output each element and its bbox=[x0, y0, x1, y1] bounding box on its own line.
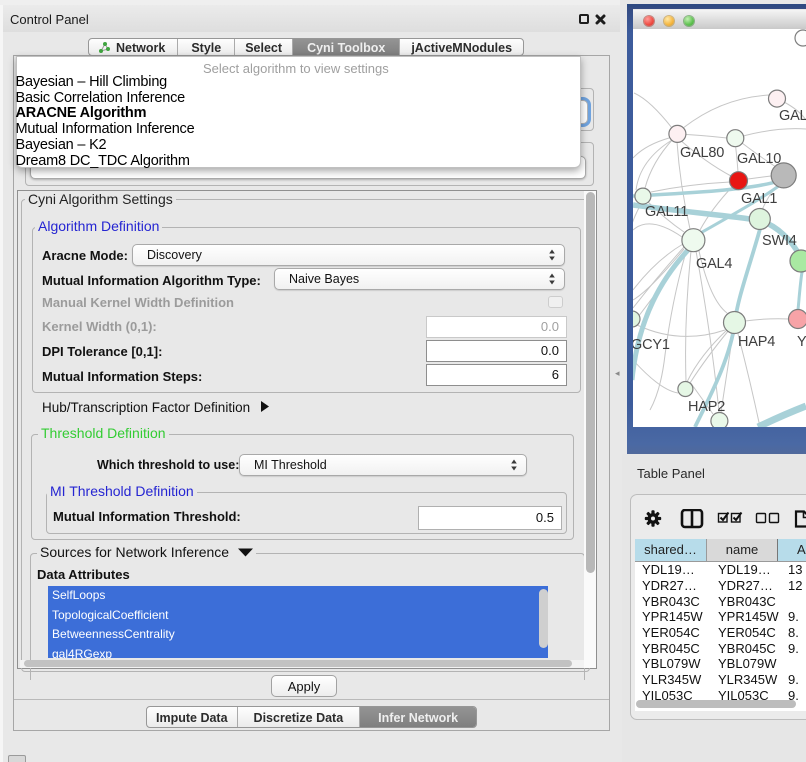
svg-text:GAL4: GAL4 bbox=[696, 256, 732, 272]
svg-text:Y: Y bbox=[797, 334, 806, 350]
svg-text:HAP2: HAP2 bbox=[688, 399, 725, 415]
svg-text:GAL80: GAL80 bbox=[680, 145, 724, 161]
svg-text:GAL1: GAL1 bbox=[741, 191, 777, 207]
svg-text:GAL: GAL bbox=[779, 108, 806, 124]
svg-text:SWI4: SWI4 bbox=[762, 233, 797, 249]
svg-text:HAP4: HAP4 bbox=[738, 334, 775, 350]
svg-text:GAL10: GAL10 bbox=[737, 151, 781, 167]
svg-text:GCY1: GCY1 bbox=[633, 337, 670, 353]
svg-text:GAL11: GAL11 bbox=[645, 204, 688, 220]
